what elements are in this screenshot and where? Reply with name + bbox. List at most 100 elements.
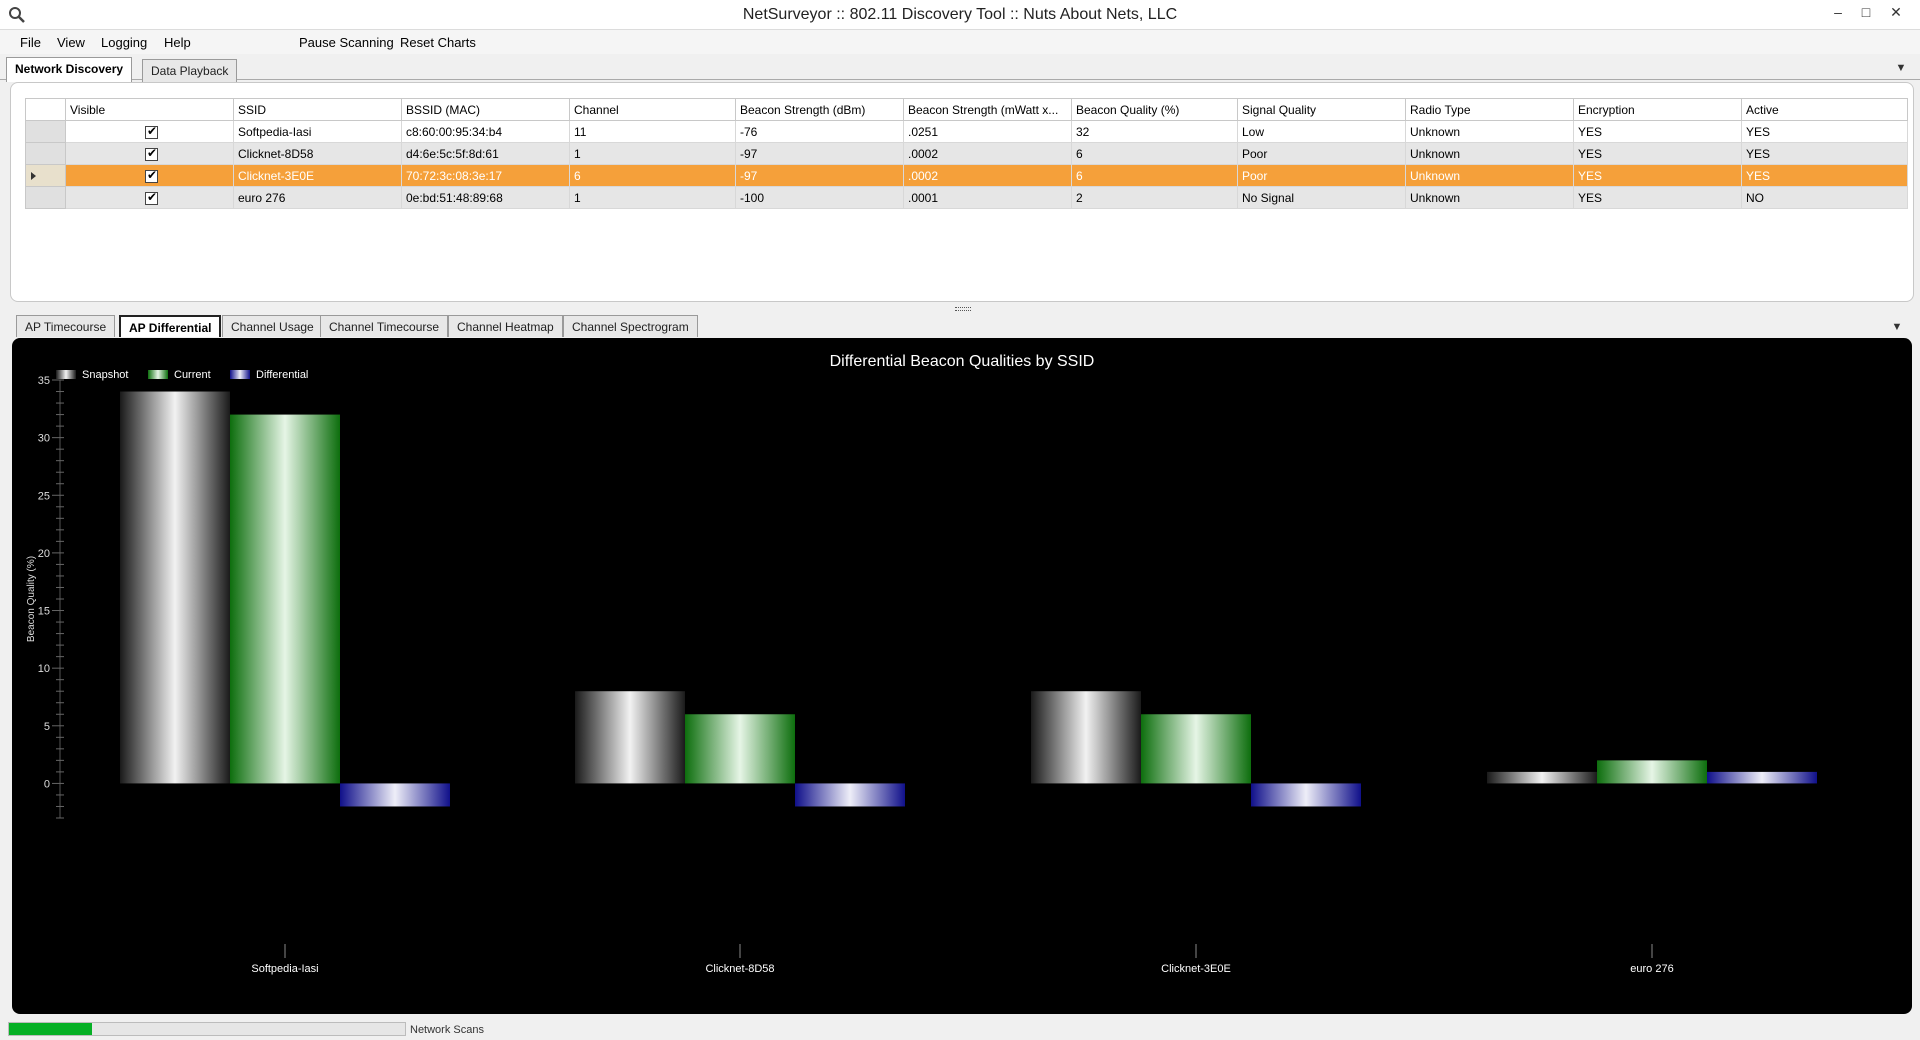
maximize-icon[interactable]: □ — [1854, 2, 1878, 22]
table-row[interactable]: Softpedia-Iasi c8:60:00:95:34:b4 11 -76 … — [25, 120, 1908, 143]
y-tick-label: 10 — [38, 663, 50, 675]
top-tab-strip: Network Discovery Data Playback ▼ — [0, 54, 1920, 82]
quality-cell: 6 — [1071, 164, 1238, 187]
visible-checkbox[interactable] — [145, 190, 158, 205]
mwatt-cell: .0002 — [903, 142, 1072, 165]
bar-differential — [1251, 783, 1361, 807]
scan-progress-fill — [9, 1023, 93, 1035]
column-header[interactable]: Active — [1741, 98, 1908, 121]
menu-logging[interactable]: Logging — [101, 35, 147, 50]
radio-cell: Unknown — [1405, 142, 1574, 165]
signal-cell: Low — [1237, 120, 1406, 143]
grid-corner — [25, 98, 66, 121]
y-axis-label: Beacon Quality (%) — [26, 556, 37, 642]
column-header[interactable]: Beacon Strength (mWatt x... — [903, 98, 1072, 121]
ssid-cell: Clicknet-8D58 — [233, 142, 402, 165]
legend-label: Snapshot — [82, 369, 128, 381]
chart-title: Differential Beacon Qualities by SSID — [830, 353, 1095, 370]
menu-help[interactable]: Help — [164, 35, 191, 50]
channel-cell: 6 — [569, 164, 736, 187]
mwatt-cell: .0002 — [903, 164, 1072, 187]
menu-view[interactable]: View — [57, 35, 85, 50]
network-grid-panel: Visible SSID BSSID (MAC) Channel Beacon … — [10, 82, 1914, 302]
bar-snapshot — [1487, 771, 1597, 784]
visible-checkbox[interactable] — [145, 124, 158, 139]
table-row[interactable]: Clicknet-8D58 d4:6e:5c:5f:8d:61 1 -97 .0… — [25, 142, 1908, 165]
signal-cell: Poor — [1237, 142, 1406, 165]
bar-differential — [795, 783, 905, 807]
tab-data-playback[interactable]: Data Playback — [142, 59, 238, 82]
mwatt-cell: .0251 — [903, 120, 1072, 143]
legend-label: Current — [174, 369, 211, 381]
panel-splitter[interactable] — [955, 307, 971, 311]
menu-file[interactable]: File — [20, 35, 41, 50]
scan-progress-bar — [8, 1022, 406, 1036]
tab-ap-differential[interactable]: AP Differential — [119, 315, 222, 337]
table-row-selected[interactable]: Clicknet-3E0E 70:72:3c:08:3e:17 6 -97 .0… — [25, 164, 1908, 187]
radio-cell: Unknown — [1405, 164, 1574, 187]
channel-cell: 1 — [569, 186, 736, 209]
encryption-cell: YES — [1573, 164, 1742, 187]
row-header[interactable] — [25, 142, 66, 165]
status-label: Network Scans — [410, 1024, 484, 1036]
channel-cell: 11 — [569, 120, 736, 143]
ssid-cell: Softpedia-Iasi — [233, 120, 402, 143]
x-tick-label: Clicknet-8D58 — [705, 963, 774, 975]
column-header[interactable]: Beacon Strength (dBm) — [735, 98, 904, 121]
row-pointer-icon — [31, 171, 36, 180]
bssid-cell: 70:72:3c:08:3e:17 — [401, 164, 570, 187]
column-header[interactable]: Channel — [569, 98, 736, 121]
y-tick-label: 25 — [38, 490, 50, 502]
chevron-down-icon[interactable]: ▼ — [1890, 320, 1904, 334]
grid-header-row: Visible SSID BSSID (MAC) Channel Beacon … — [25, 98, 1908, 121]
column-header[interactable]: Radio Type — [1405, 98, 1574, 121]
bar-current — [685, 714, 795, 784]
minimize-icon[interactable]: – — [1826, 2, 1850, 22]
column-header[interactable]: SSID — [233, 98, 402, 121]
row-header[interactable] — [25, 164, 66, 187]
chevron-down-icon[interactable]: ▼ — [1894, 61, 1908, 75]
legend-swatch — [230, 370, 250, 379]
differential-chart: Differential Beacon Qualities by SSID Sn… — [26, 353, 1817, 975]
reset-charts-button[interactable]: Reset Charts — [400, 35, 476, 50]
row-header[interactable] — [25, 120, 66, 143]
close-icon[interactable]: ✕ — [1884, 2, 1908, 22]
column-header[interactable]: Signal Quality — [1237, 98, 1406, 121]
tab-network-discovery[interactable]: Network Discovery — [6, 57, 133, 82]
legend-swatch — [148, 370, 168, 379]
tab-channel-spectrogram[interactable]: Channel Spectrogram — [563, 315, 698, 337]
bssid-cell: d4:6e:5c:5f:8d:61 — [401, 142, 570, 165]
visible-checkbox[interactable] — [145, 146, 158, 161]
x-axis: Softpedia-Iasi Clicknet-8D58 Clicknet-3E0E… — [251, 944, 1674, 975]
ssid-cell: Clicknet-3E0E — [233, 164, 402, 187]
dbm-cell: -97 — [735, 164, 904, 187]
tab-channel-timecourse[interactable]: Channel Timecourse — [320, 315, 449, 337]
mwatt-cell: .0001 — [903, 186, 1072, 209]
visible-checkbox-cell[interactable] — [65, 142, 234, 165]
tab-ap-timecourse[interactable]: AP Timecourse — [16, 315, 116, 337]
quality-cell: 6 — [1071, 142, 1238, 165]
column-header[interactable]: Visible — [65, 98, 234, 121]
y-tick-label: 5 — [44, 721, 50, 733]
visible-checkbox-cell[interactable] — [65, 164, 234, 187]
column-header[interactable]: BSSID (MAC) — [401, 98, 570, 121]
table-row[interactable]: euro 276 0e:bd:51:48:89:68 1 -100 .0001 … — [25, 186, 1908, 209]
menu-bar: File View Logging Help Pause Scanning Re… — [0, 30, 1920, 54]
tab-channel-usage[interactable]: Channel Usage — [222, 315, 323, 337]
chart-legend: Snapshot Current Differential — [56, 369, 308, 381]
dbm-cell: -97 — [735, 142, 904, 165]
visible-checkbox-cell[interactable] — [65, 120, 234, 143]
pause-scanning-button[interactable]: Pause Scanning — [299, 35, 394, 50]
tab-channel-heatmap[interactable]: Channel Heatmap — [448, 315, 563, 337]
visible-checkbox-cell[interactable] — [65, 186, 234, 209]
channel-cell: 1 — [569, 142, 736, 165]
column-header[interactable]: Beacon Quality (%) — [1071, 98, 1238, 121]
y-tick-label: 15 — [38, 606, 50, 618]
visible-checkbox[interactable] — [145, 168, 158, 183]
row-header[interactable] — [25, 186, 66, 209]
active-cell: YES — [1741, 120, 1908, 143]
title-bar: NetSurveyor :: 802.11 Discovery Tool :: … — [0, 0, 1920, 30]
dbm-cell: -76 — [735, 120, 904, 143]
bar-snapshot — [1031, 691, 1141, 784]
column-header[interactable]: Encryption — [1573, 98, 1742, 121]
